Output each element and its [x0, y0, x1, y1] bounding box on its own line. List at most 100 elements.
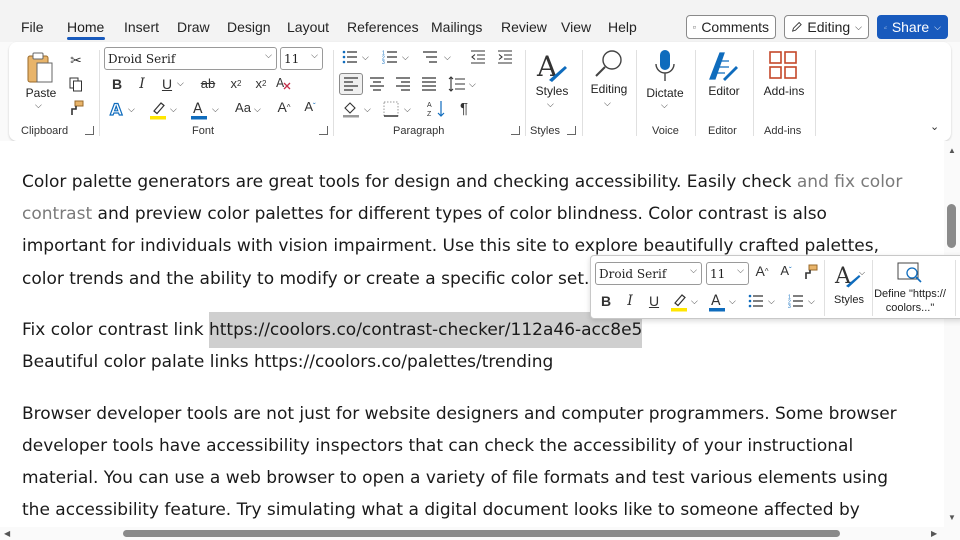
dictate-label[interactable]: Dictate [642, 86, 688, 100]
define-label-line-1[interactable]: Define "https:// [869, 288, 951, 300]
tab-references[interactable]: References [347, 19, 419, 35]
chevron-down-icon[interactable]: ⌵ [254, 104, 261, 115]
superscript-icon[interactable]: x2 [252, 76, 270, 91]
tab-design[interactable]: Design [227, 19, 271, 35]
chevron-down-icon[interactable]: ⌵ [404, 104, 411, 115]
chevron-down-icon[interactable]: ⌵ [364, 104, 371, 115]
tab-review[interactable]: Review [501, 19, 547, 35]
editor-icon[interactable] [706, 48, 740, 82]
styles-label[interactable]: Styles [531, 84, 573, 98]
italic-icon[interactable]: I [622, 293, 638, 309]
chevron-down-icon[interactable]: ⌵ [402, 52, 409, 63]
font-color-icon[interactable]: A [190, 99, 208, 121]
justify-icon[interactable] [420, 76, 438, 92]
paragraph-launcher-icon[interactable] [511, 126, 520, 135]
font-name-combo[interactable]: Droid Serif ⌵ [104, 47, 277, 70]
editing-label[interactable]: Editing [587, 82, 631, 96]
underline-icon[interactable]: U [646, 293, 662, 309]
collapse-ribbon-icon[interactable]: ⌄ [930, 120, 939, 133]
shrink-font-icon[interactable]: Aˇ [301, 99, 319, 114]
scroll-up-icon[interactable]: ▲ [948, 146, 956, 155]
tab-file[interactable]: File [21, 19, 44, 35]
cut-icon[interactable]: ✂ [67, 52, 85, 68]
multilevel-list-icon[interactable] [421, 49, 439, 65]
styles-icon[interactable]: A [534, 49, 570, 85]
find-icon[interactable] [592, 47, 626, 81]
add-ins-label[interactable]: Add-ins [760, 84, 808, 98]
tab-help[interactable]: Help [608, 19, 637, 35]
define-label-line-2[interactable]: coolors..." [869, 302, 951, 314]
comments-button[interactable]: Comments [686, 15, 776, 39]
chevron-down-icon[interactable]: ⌵ [362, 52, 369, 63]
scroll-right-icon[interactable]: ▶ [931, 529, 937, 538]
chevron-down-icon[interactable]: ⌵ [469, 79, 476, 90]
document-canvas[interactable]: Color palette generators are great tools… [0, 141, 944, 528]
define-search-icon[interactable] [897, 260, 923, 286]
bullets-icon[interactable] [747, 293, 765, 309]
text-effects-icon[interactable]: A [108, 99, 126, 119]
italic-icon[interactable]: I [134, 76, 150, 92]
horizontal-scroll-thumb[interactable] [123, 530, 840, 537]
sort-icon[interactable]: AZ [427, 99, 447, 119]
font-launcher-icon[interactable] [319, 126, 328, 135]
mini-font-name-combo[interactable]: Droid Serif ⌵ [595, 262, 702, 285]
chevron-down-icon[interactable]: ⌵ [177, 78, 184, 89]
change-case-icon[interactable]: Aa [231, 100, 255, 115]
tab-layout[interactable]: Layout [287, 19, 329, 35]
vertical-scrollbar[interactable] [944, 141, 960, 528]
show-formatting-marks-icon[interactable]: ¶ [456, 100, 472, 117]
strikethrough-icon[interactable]: ab [199, 76, 217, 91]
chevron-down-icon[interactable]: ⌵ [691, 296, 698, 307]
font-size-combo[interactable]: 11 ⌵ [280, 47, 323, 70]
scroll-left-icon[interactable]: ◀ [4, 529, 10, 538]
borders-icon[interactable] [382, 100, 400, 118]
highlight-color-icon[interactable] [149, 99, 167, 121]
shading-icon[interactable] [342, 100, 360, 118]
line-spacing-icon[interactable] [448, 75, 466, 93]
chevron-down-icon[interactable]: ⌵ [729, 296, 736, 307]
subscript-icon[interactable]: x2 [227, 76, 245, 91]
tab-insert[interactable]: Insert [124, 19, 159, 35]
tab-home[interactable]: Home [67, 19, 104, 35]
scroll-down-icon[interactable]: ▼ [948, 513, 956, 522]
chevron-down-icon[interactable]: ⌵ [444, 52, 451, 63]
align-left-icon[interactable] [342, 76, 360, 92]
clear-formatting-icon[interactable]: A [275, 75, 291, 91]
chevron-down-icon[interactable]: ⌵ [808, 296, 815, 307]
highlight-color-icon[interactable] [670, 291, 688, 313]
shrink-font-icon[interactable]: Aˇ [777, 263, 795, 278]
chevron-down-icon[interactable]: ⌵ [604, 98, 611, 109]
bold-icon[interactable]: B [598, 293, 614, 309]
decrease-indent-icon[interactable] [469, 49, 487, 65]
editing-mode-button[interactable]: Editing ⌵ [784, 15, 869, 39]
microphone-icon[interactable] [649, 48, 681, 84]
bold-icon[interactable]: B [109, 76, 125, 92]
numbering-icon[interactable]: 123 [787, 293, 805, 309]
chevron-down-icon[interactable]: ⌵ [170, 104, 177, 115]
tab-mailings[interactable]: Mailings [431, 19, 482, 35]
bullets-icon[interactable] [341, 49, 359, 65]
mini-font-size-combo[interactable]: 11 ⌵ [706, 262, 749, 285]
chevron-down-icon[interactable]: ⌵ [35, 100, 42, 111]
chevron-down-icon[interactable]: ⌵ [661, 100, 668, 111]
tab-draw[interactable]: Draw [177, 19, 210, 35]
align-right-icon[interactable] [394, 76, 412, 92]
chevron-down-icon[interactable]: ⌵ [768, 296, 775, 307]
mini-styles-label[interactable]: Styles [830, 294, 868, 306]
chevron-down-icon[interactable]: ⌵ [859, 268, 865, 278]
copy-icon[interactable] [67, 76, 85, 92]
tab-view[interactable]: View [561, 19, 591, 35]
grow-font-icon[interactable]: A ^ [753, 263, 771, 279]
paste-label[interactable]: Paste [23, 86, 59, 100]
chevron-down-icon[interactable]: ⌵ [128, 104, 135, 115]
format-painter-icon[interactable] [67, 100, 85, 116]
underline-icon[interactable]: U [159, 76, 175, 92]
styles-launcher-icon[interactable] [567, 126, 576, 135]
vertical-scroll-thumb[interactable] [947, 204, 956, 248]
chevron-down-icon[interactable]: ⌵ [547, 99, 554, 110]
format-painter-icon[interactable] [801, 263, 819, 281]
grow-font-icon[interactable]: A ^ [275, 99, 293, 115]
selected-url-text[interactable]: https://coolors.co/contrast-checker/112a… [208, 312, 643, 348]
share-button[interactable]: Share ⌵ [877, 15, 948, 39]
align-center-icon[interactable] [368, 76, 386, 92]
